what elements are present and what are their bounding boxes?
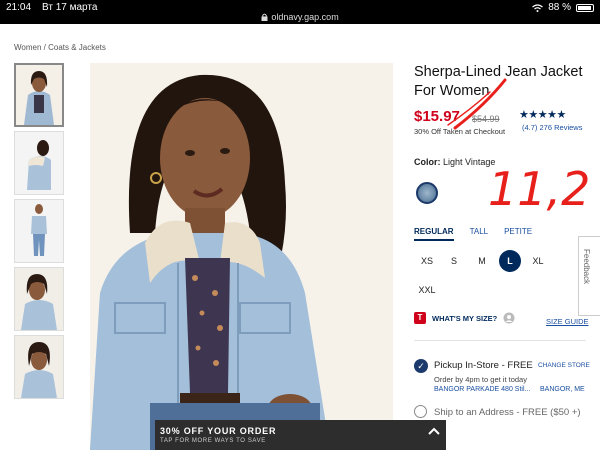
size-l[interactable]: L [499,250,521,272]
promo-banner[interactable]: 30% OFF YOUR ORDER TAP FOR MORE WAYS TO … [155,420,446,450]
size-xxl[interactable]: XXL [416,279,438,301]
tab-regular[interactable]: REGULAR [414,227,454,241]
promo-text: 30% Off Taken at Checkout [414,127,506,136]
banner-subtitle: TAP FOR MORE WAYS TO SAVE [160,438,266,444]
url-text: oldnavy.gap.com [271,12,339,22]
divider [414,340,586,341]
product-title: Sherpa-Lined Jean Jacket For Women [414,64,583,99]
original-price: $54.99 [472,114,500,124]
tab-tall[interactable]: TALL [470,227,489,241]
breadcrumb[interactable]: Women / Coats & Jackets [14,43,106,52]
size-xs[interactable]: XS [416,250,438,272]
tab-petite[interactable]: PETITE [504,227,532,241]
true-fit-badge-icon: T [414,312,426,324]
thumbnail-3[interactable] [14,199,64,263]
banner-title: 30% OFF YOUR ORDER [160,426,277,436]
thumbnail-4[interactable] [14,267,64,331]
size-guide-link[interactable]: SIZE GUIDE [546,317,589,326]
thumbnail-gallery [14,63,68,403]
ship-radio[interactable] [414,405,427,418]
reviews-link[interactable]: (4.7) 276 Reviews [522,123,582,132]
feedback-tab[interactable]: Feedback [578,236,600,316]
checkmark-icon[interactable]: ✓ [414,359,428,373]
whats-my-size-button[interactable]: T WHAT'S MY SIZE? [414,312,515,324]
whats-my-size-label: WHAT'S MY SIZE? [432,313,498,323]
chevron-up-icon [428,427,440,435]
sale-price: $15.97 [414,108,460,125]
pickup-option[interactable]: Pickup In-Store - FREE [434,360,533,371]
fit-tabs: REGULAR TALL PETITE [414,227,532,241]
size-s[interactable]: S [443,250,465,272]
order-by-text: Order by 4pm to get it today [434,375,527,384]
url-bar[interactable]: oldnavy.gap.com [0,0,600,24]
product-hero-image[interactable] [90,63,393,450]
store-city: BANGOR, ME [540,386,585,393]
ship-option[interactable]: Ship to an Address - FREE ($50 +) [434,406,594,420]
thumbnail-5[interactable] [14,335,64,399]
color-value: Light Vintage [443,157,496,167]
color-label: Color: [414,157,441,167]
handwritten-value: 11,2 [488,162,590,216]
thumbnail-2[interactable] [14,131,64,195]
color-swatch[interactable] [416,182,438,204]
store-name-link[interactable]: BANGOR PARKADE 480 Stil... [434,386,530,393]
thumbnail-1[interactable] [14,63,64,127]
star-rating-icon[interactable]: ★★★★★ [519,108,566,121]
change-store-link[interactable]: CHANGE STORE [538,362,590,369]
lock-icon [261,13,268,21]
size-xl[interactable]: XL [527,250,549,272]
user-avatar-icon [503,312,515,324]
size-m[interactable]: M [471,250,493,272]
color-selection: Color: Light Vintage [414,157,495,167]
feedback-label: Feedback [582,249,591,285]
